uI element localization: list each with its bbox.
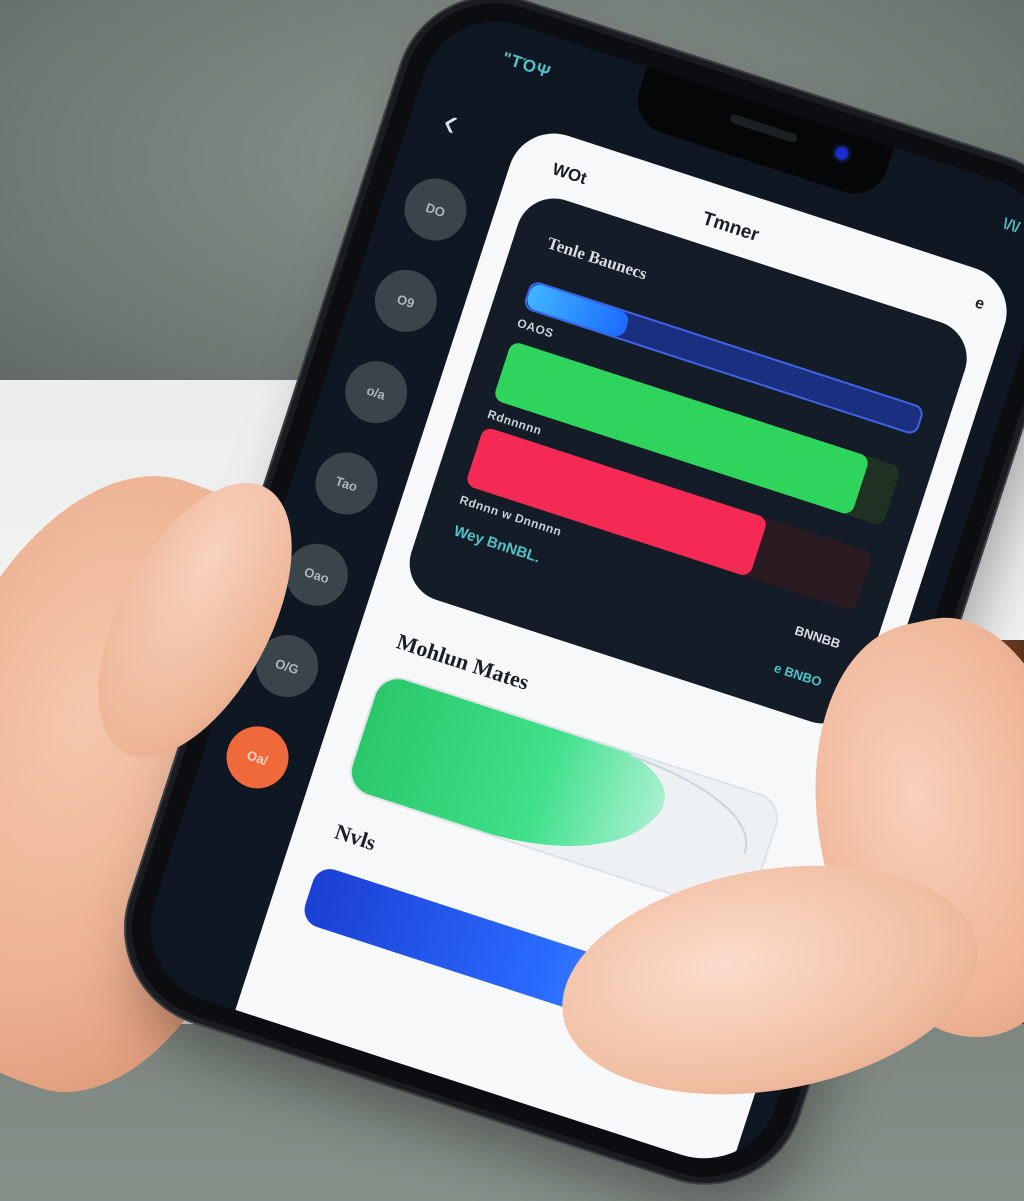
card-title: Tmner [699, 208, 762, 247]
status-time: "ΤΌΨ [499, 48, 554, 82]
rail-button[interactable]: DO [396, 170, 475, 249]
rail-button[interactable]: o/a [337, 353, 416, 432]
back-arrow-icon[interactable]: ‹ [438, 99, 488, 154]
rail-button[interactable]: O9 [366, 261, 445, 340]
section-title: Nvls [331, 818, 380, 856]
status-signal-icon: \/\/ [1000, 215, 1022, 237]
panel-footer-status: e BNBO [772, 660, 824, 690]
card-header-left[interactable]: WOt [550, 159, 589, 189]
rail-button-active[interactable]: Oa/ [218, 718, 297, 797]
speaker [728, 113, 799, 144]
rail-button[interactable]: Tao [307, 444, 386, 523]
card-header-right[interactable]: e [972, 294, 987, 314]
panel-title: Tenle Baunecs [544, 233, 650, 284]
camera-icon [834, 145, 850, 161]
